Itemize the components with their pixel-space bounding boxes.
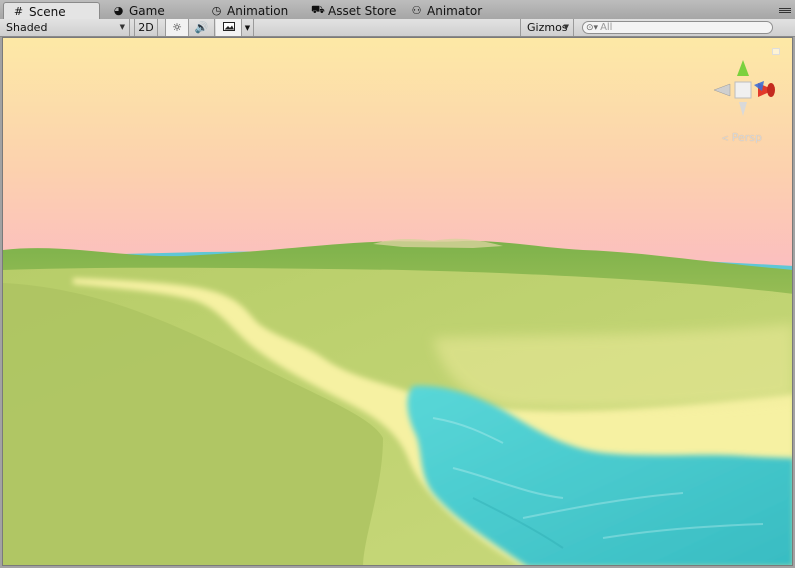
2d-mode-button[interactable]: 2D — [134, 19, 158, 36]
tab-game[interactable]: ◕ Game — [104, 2, 196, 19]
tab-animation-label: Animation — [227, 3, 289, 18]
tab-bar: # Scene ◕ Game ◷ Animation ⛟ Asset Store… — [0, 0, 795, 20]
grid-icon: # — [13, 5, 24, 18]
scene-effects-toggle[interactable] — [216, 19, 242, 36]
dropdown-arrow-icon: ▼ — [244, 23, 251, 32]
2d-mode-label: 2D — [138, 21, 154, 34]
negative-x-cone[interactable] — [713, 83, 731, 97]
tab-scene-label: Scene — [29, 4, 66, 19]
effects-dropdown-arrow[interactable]: ▼ — [242, 19, 254, 36]
image-icon — [222, 21, 235, 34]
tab-asset-store-label: Asset Store — [328, 3, 397, 18]
store-bag-icon: ⛟ — [311, 3, 325, 16]
terrain-render — [3, 38, 792, 565]
sun-icon: ☼ — [172, 21, 182, 34]
scene-viewport[interactable]: < Persp — [2, 37, 793, 566]
hierarchy-search: ⊙▾ — [582, 21, 773, 34]
dropdown-arrow-icon: ▼ — [563, 23, 569, 31]
tab-animator[interactable]: ⚇ Animator — [402, 2, 494, 19]
speaker-icon: 🔊 — [194, 21, 209, 34]
y-axis-cone[interactable] — [737, 60, 749, 76]
dropdown-arrow-icon: ▼ — [119, 23, 125, 31]
tab-animation[interactable]: ◷ Animation — [202, 2, 302, 19]
scene-toolbar: Shaded ▼ 2D ☼ 🔊 ▼ Gizmos ▼ ⊙▾ — [0, 19, 795, 37]
clock-icon: ◷ — [211, 4, 222, 17]
shading-mode-label: Shaded — [6, 21, 48, 34]
tab-menu-icon[interactable] — [779, 4, 791, 16]
scene-lighting-toggle[interactable]: ☼ — [165, 19, 189, 36]
tab-animator-label: Animator — [427, 3, 483, 18]
persp-icon: < — [721, 134, 732, 144]
pacman-icon: ◕ — [113, 4, 124, 17]
gizmos-dropdown[interactable]: Gizmos ▼ — [520, 19, 574, 36]
gizmos-label: Gizmos — [527, 21, 568, 34]
scene-window: # Scene ◕ Game ◷ Animation ⛟ Asset Store… — [0, 0, 795, 568]
shading-mode-dropdown[interactable]: Shaded ▼ — [0, 19, 130, 36]
center-cube[interactable] — [734, 81, 752, 99]
negative-y-cone[interactable] — [739, 102, 747, 116]
nodes-icon: ⚇ — [411, 4, 422, 17]
sand-patch — [433, 324, 792, 409]
search-input[interactable] — [598, 22, 761, 33]
tab-scene[interactable]: # Scene — [3, 2, 100, 20]
search-icon[interactable]: ⊙▾ — [586, 23, 598, 33]
projection-label[interactable]: < Persp — [721, 131, 762, 144]
tab-game-label: Game — [129, 3, 165, 18]
scene-audio-toggle[interactable]: 🔊 — [189, 19, 215, 36]
tab-asset-store[interactable]: ⛟ Asset Store — [303, 2, 403, 19]
